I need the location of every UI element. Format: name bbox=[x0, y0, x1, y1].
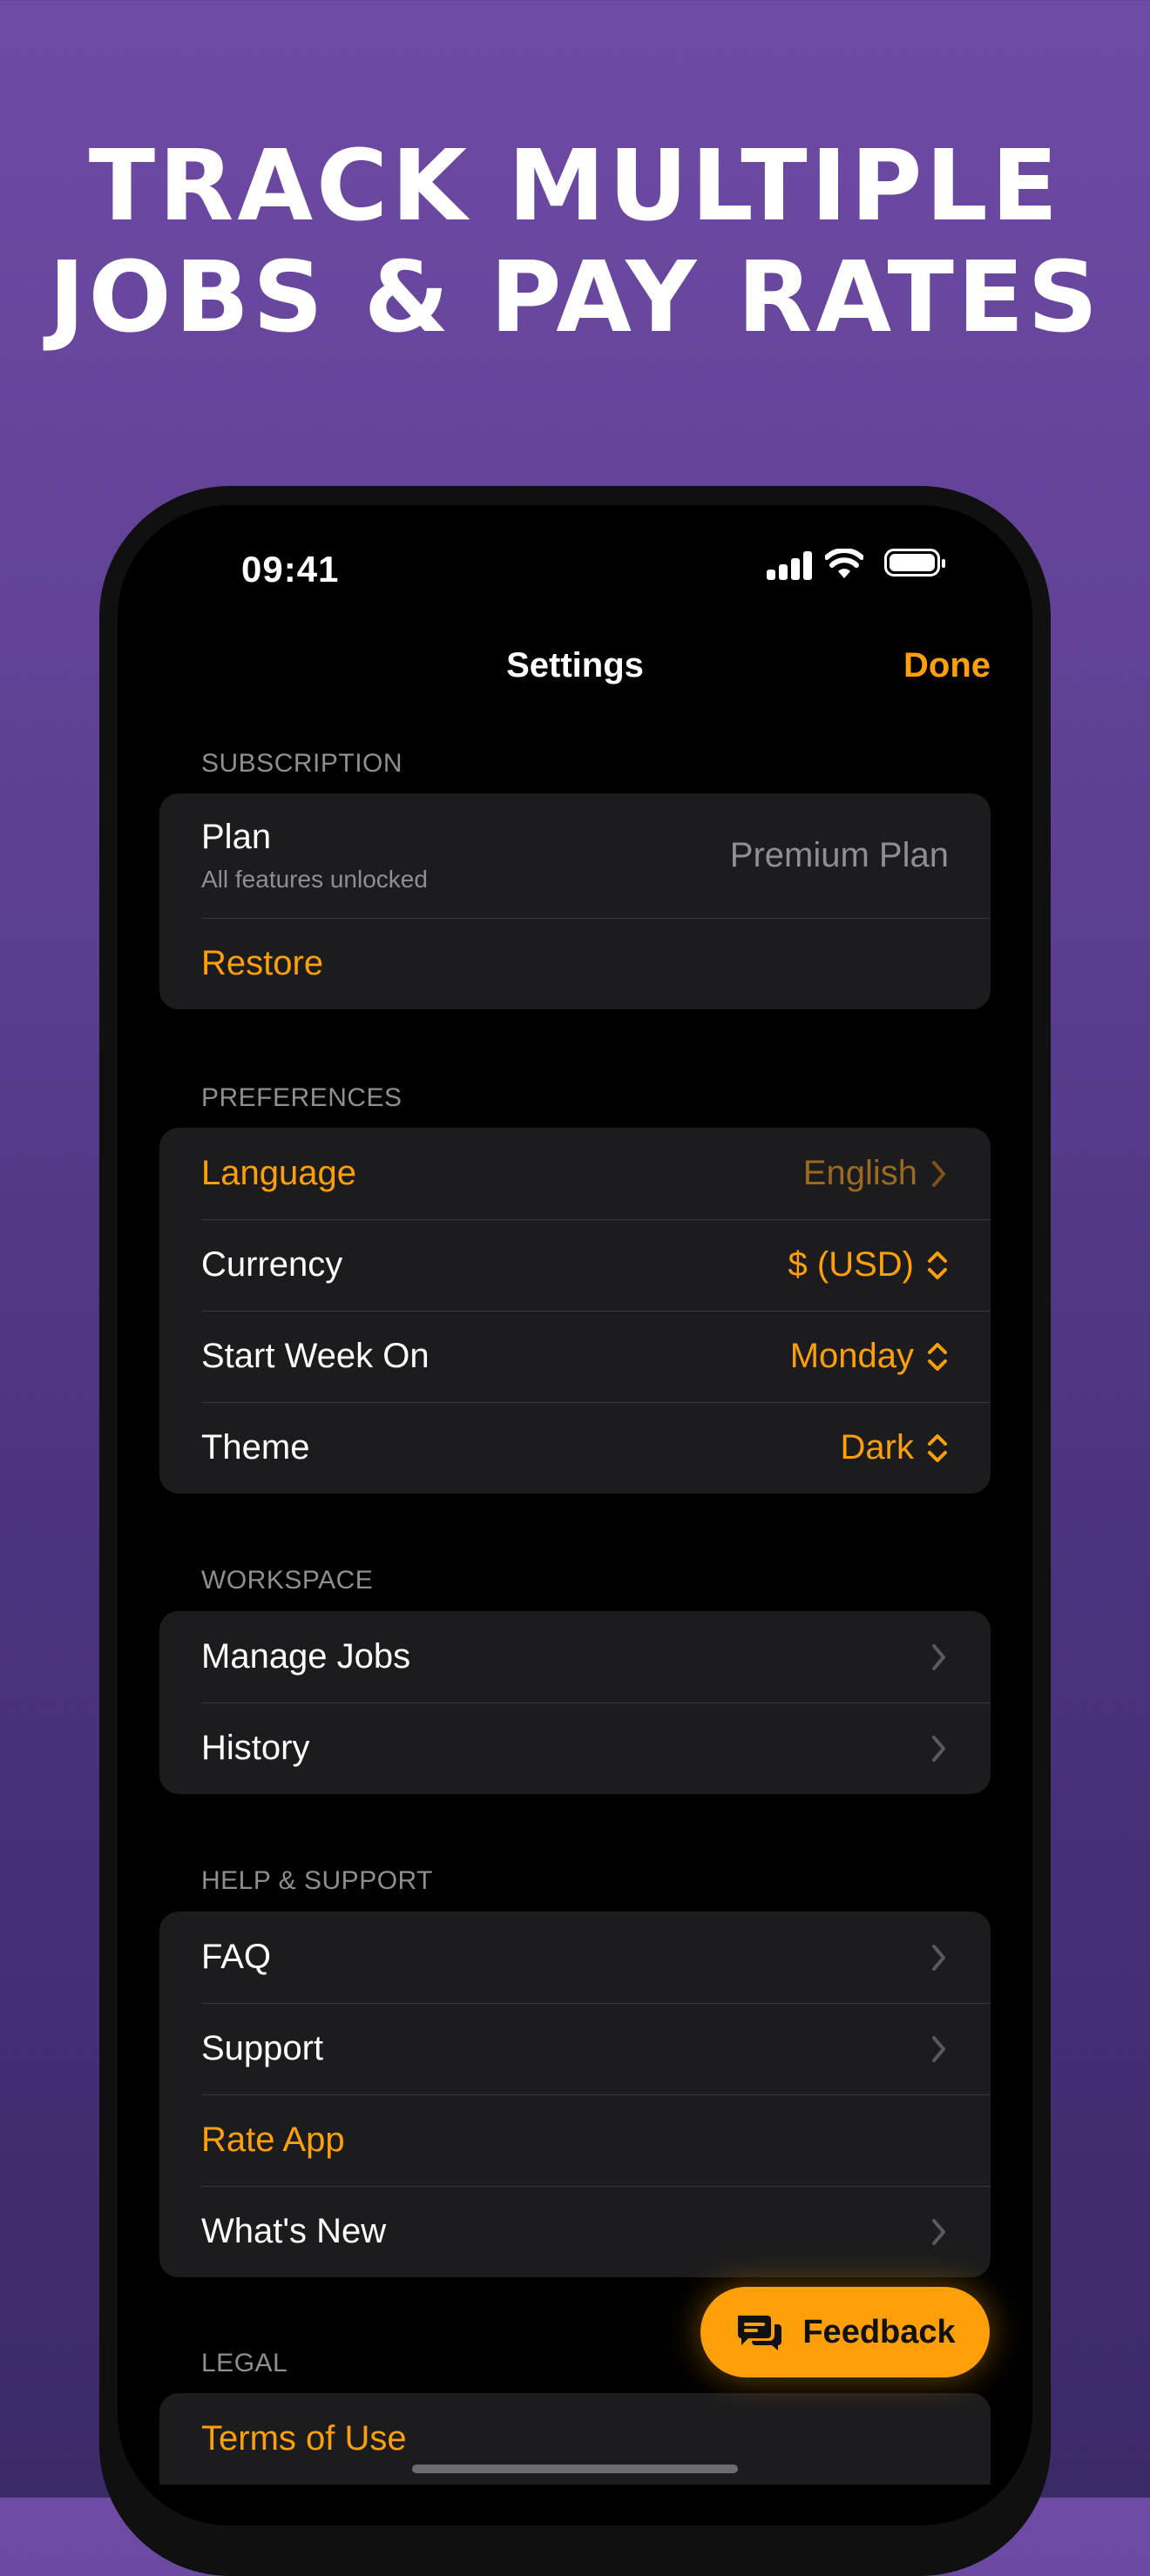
preferences-group: Language English Currency $ (USD) Start … bbox=[159, 1128, 991, 1494]
currency-row[interactable]: Currency $ (USD) bbox=[159, 1219, 991, 1311]
whats-new-label: What's New bbox=[201, 2212, 387, 2250]
feedback-button[interactable]: Feedback bbox=[700, 2287, 990, 2377]
start-week-label: Start Week On bbox=[201, 1337, 430, 1375]
language-row[interactable]: Language English bbox=[159, 1128, 991, 1219]
rate-app-row[interactable]: Rate App bbox=[159, 2094, 991, 2186]
rate-app-label: Rate App bbox=[201, 2121, 345, 2159]
section-header-legal: LEGAL bbox=[201, 2349, 288, 2377]
theme-value: Dark bbox=[840, 1428, 914, 1467]
history-row[interactable]: History bbox=[159, 1703, 991, 1794]
help-support-group: FAQ Support Rate App What's New bbox=[159, 1912, 991, 2277]
terms-label: Terms of Use bbox=[201, 2419, 407, 2458]
chevron-right-icon bbox=[932, 1735, 945, 1762]
faq-label: FAQ bbox=[201, 1938, 272, 1976]
language-value: English bbox=[802, 1154, 917, 1192]
section-header-preferences: PREFERENCES bbox=[201, 1083, 402, 1112]
faq-row[interactable]: FAQ bbox=[159, 1912, 991, 2003]
history-label: History bbox=[201, 1729, 310, 1767]
chat-bubbles-icon bbox=[738, 2316, 782, 2350]
support-row[interactable]: Support bbox=[159, 2003, 991, 2094]
wifi-icon bbox=[825, 549, 863, 578]
phone-screen: 09:41 Settings Done SUBSCRIPTION Plan Al… bbox=[118, 505, 1032, 2525]
plan-value: Premium Plan bbox=[729, 836, 949, 874]
done-button[interactable]: Done bbox=[903, 646, 991, 685]
theme-label: Theme bbox=[201, 1428, 310, 1467]
currency-value: $ (USD) bbox=[788, 1245, 914, 1284]
section-header-subscription: SUBSCRIPTION bbox=[201, 749, 403, 778]
section-header-help-support: HELP & SUPPORT bbox=[201, 1866, 433, 1895]
restore-label: Restore bbox=[201, 944, 324, 982]
start-week-row[interactable]: Start Week On Monday bbox=[159, 1311, 991, 1402]
start-week-value: Monday bbox=[789, 1337, 914, 1375]
support-label: Support bbox=[201, 2029, 324, 2067]
plan-row[interactable]: Plan All features unlocked Premium Plan bbox=[159, 793, 991, 918]
nav-title: Settings bbox=[506, 646, 644, 684]
chevron-right-icon bbox=[932, 2218, 945, 2245]
battery-icon bbox=[884, 549, 945, 577]
manage-jobs-row[interactable]: Manage Jobs bbox=[159, 1611, 991, 1703]
chevron-right-icon bbox=[932, 2035, 945, 2062]
currency-label: Currency bbox=[201, 1245, 343, 1284]
home-indicator[interactable] bbox=[412, 2465, 738, 2473]
workspace-group: Manage Jobs History bbox=[159, 1611, 991, 1794]
manage-jobs-label: Manage Jobs bbox=[201, 1637, 411, 1676]
subscription-group: Plan All features unlocked Premium Plan … bbox=[159, 793, 991, 1009]
language-label: Language bbox=[201, 1154, 356, 1192]
chevron-right-icon bbox=[932, 1643, 945, 1670]
chevron-right-icon bbox=[932, 1944, 945, 1971]
headline: TRACK MULTIPLE JOBS & PAY RATES bbox=[0, 131, 1150, 354]
theme-row[interactable]: Theme Dark bbox=[159, 1402, 991, 1494]
plan-subtitle: All features unlocked bbox=[201, 866, 428, 893]
chevron-up-down-icon bbox=[928, 1251, 947, 1279]
chevron-right-icon bbox=[932, 1160, 945, 1187]
cellular-signal-icon bbox=[767, 550, 814, 580]
section-header-workspace: WORKSPACE bbox=[201, 1566, 374, 1595]
feedback-label: Feedback bbox=[802, 2313, 956, 2350]
headline-line-2: JOBS & PAY RATES bbox=[48, 241, 1102, 354]
whats-new-row[interactable]: What's New bbox=[159, 2186, 991, 2277]
plan-text: Plan All features unlocked bbox=[201, 818, 730, 894]
chevron-up-down-icon bbox=[928, 1342, 947, 1371]
status-time: 09:41 bbox=[241, 549, 340, 590]
plan-label: Plan bbox=[201, 818, 272, 856]
restore-row[interactable]: Restore bbox=[159, 918, 991, 1009]
headline-line-1: TRACK MULTIPLE bbox=[88, 130, 1062, 243]
chevron-up-down-icon bbox=[928, 1433, 947, 1462]
